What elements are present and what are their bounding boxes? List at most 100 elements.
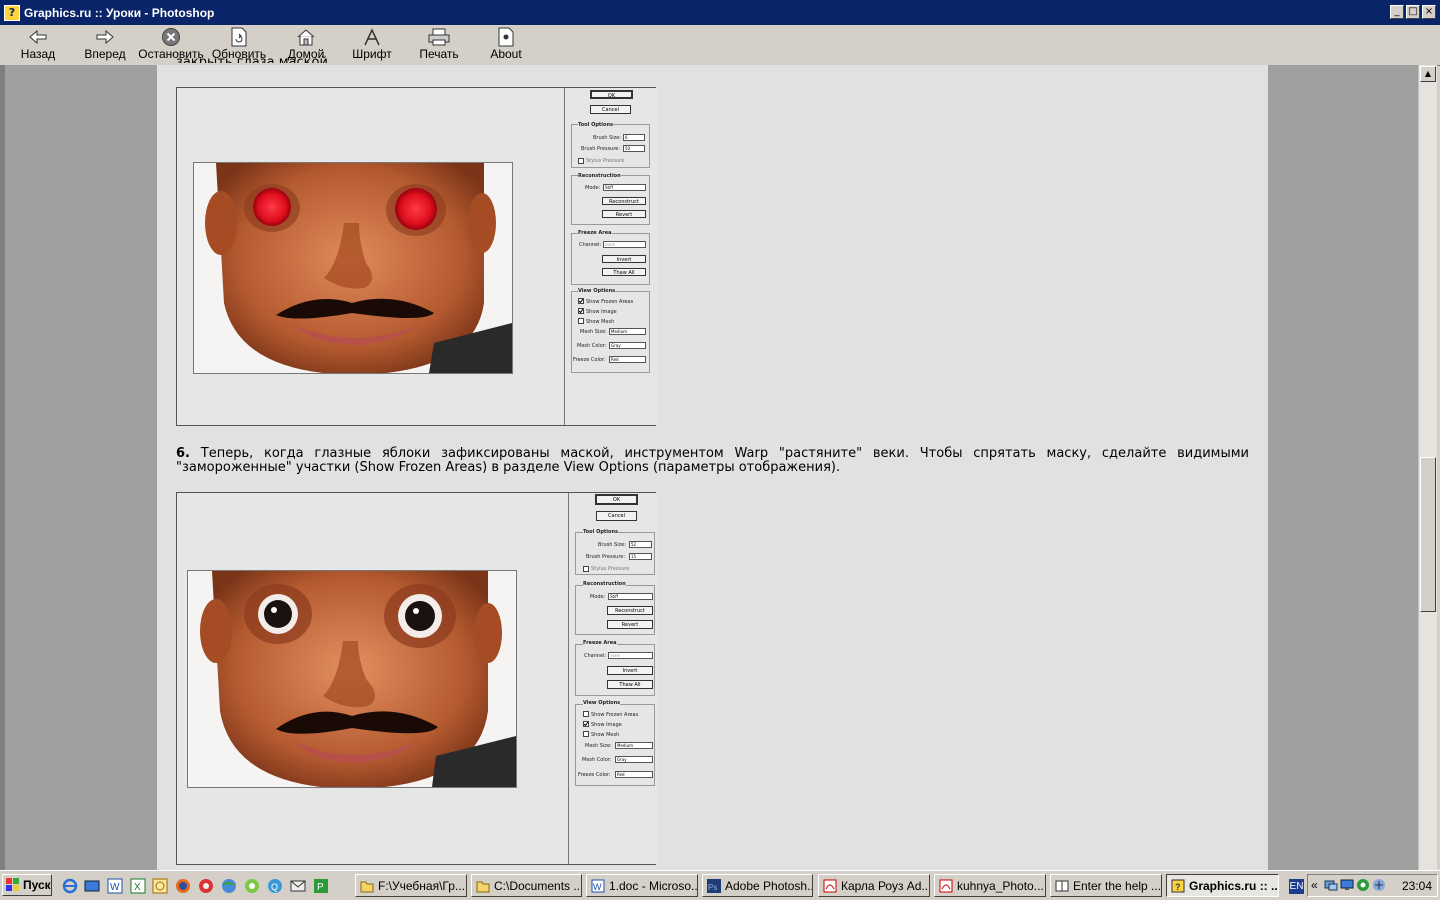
- network-tray-icon[interactable]: [1324, 878, 1338, 892]
- qip-icon[interactable]: Q: [267, 878, 283, 894]
- show-image-checkbox[interactable]: [578, 308, 584, 314]
- brush-pressure-field[interactable]: 15: [629, 553, 652, 560]
- left-margin: [5, 65, 157, 870]
- photoshop-icon: Ps: [707, 878, 721, 893]
- reconstruct-button[interactable]: Reconstruct: [607, 606, 653, 615]
- monitor-tray-icon[interactable]: [1340, 878, 1354, 892]
- channel-select[interactable]: none: [603, 241, 646, 248]
- task-graphics-ru-active[interactable]: ? Graphics.ru :: ...: [1166, 874, 1279, 897]
- right-margin: [1268, 65, 1418, 870]
- pdf-icon: [939, 879, 953, 892]
- outlook-icon[interactable]: [152, 878, 168, 894]
- freeze-color-select[interactable]: Red: [615, 771, 653, 778]
- close-button[interactable]: ×: [1422, 5, 1436, 19]
- print-button[interactable]: Печать: [418, 25, 460, 65]
- tray-expand-icon[interactable]: «: [1311, 878, 1318, 892]
- svg-text:W: W: [110, 882, 120, 893]
- start-button[interactable]: Пуск: [2, 874, 52, 896]
- invert-button[interactable]: Invert: [602, 255, 646, 263]
- font-button[interactable]: Шрифт: [352, 25, 392, 65]
- font-icon: [361, 27, 383, 47]
- scroll-up-button[interactable]: ▲: [1420, 66, 1436, 82]
- brush-size-field[interactable]: 52: [629, 541, 652, 548]
- task-word-document[interactable]: W 1.doc - Microso...: [586, 874, 698, 897]
- freeze-color-select[interactable]: Red: [609, 356, 646, 363]
- folder-icon: [476, 881, 490, 892]
- stop-icon: [160, 27, 182, 47]
- title-bar: ? Graphics.ru :: Уроки - Photoshop _ □ ×: [0, 0, 1440, 25]
- globe-icon[interactable]: [221, 878, 237, 894]
- svg-text:Ps: Ps: [708, 883, 717, 892]
- scroll-thumb[interactable]: [1420, 457, 1436, 612]
- revert-button[interactable]: Revert: [602, 210, 646, 218]
- window-title: Graphics.ru :: Уроки - Photoshop: [24, 5, 215, 20]
- help-question-icon: ?: [1171, 879, 1185, 892]
- vertical-scrollbar[interactable]: ▲: [1418, 65, 1437, 870]
- internet-explorer-icon[interactable]: [62, 878, 78, 894]
- home-icon: [295, 27, 317, 47]
- icq-icon[interactable]: [244, 878, 260, 894]
- liquify-options-panel-2: OK Cancel Tool Options Brush Size: 52 Br…: [568, 493, 657, 864]
- ok-button[interactable]: OK: [590, 90, 633, 99]
- back-arrow-icon: [27, 27, 49, 47]
- system-tray: « 23:04: [1307, 874, 1438, 897]
- mesh-size-select[interactable]: Medium: [615, 742, 653, 749]
- invert-button[interactable]: Invert: [607, 666, 653, 675]
- show-mesh-checkbox[interactable]: [578, 318, 584, 324]
- about-button[interactable]: About: [486, 25, 526, 65]
- task-explorer-folder-1[interactable]: F:\Учебная\Гр...: [355, 874, 467, 897]
- step-number: 6.: [176, 446, 190, 461]
- refresh-icon: [228, 27, 250, 47]
- svg-text:Q: Q: [271, 882, 278, 892]
- minimize-button[interactable]: _: [1390, 5, 1404, 19]
- firefox-icon[interactable]: [175, 878, 191, 894]
- mesh-color-select[interactable]: Gray: [615, 756, 653, 763]
- channel-select[interactable]: none: [608, 652, 653, 659]
- brush-size-field[interactable]: 6: [623, 134, 645, 141]
- stylus-pressure-checkbox[interactable]: [578, 158, 584, 164]
- connection-tray-icon[interactable]: [1372, 878, 1386, 892]
- show-frozen-areas-checkbox[interactable]: [583, 711, 589, 717]
- svg-text:?: ?: [1175, 882, 1181, 892]
- reconstruct-button[interactable]: Reconstruct: [602, 197, 646, 205]
- task-photoshop[interactable]: Ps Adobe Photosh...: [702, 874, 813, 897]
- liquify-options-panel-1: OK Cancel Tool Options Brush Size: 6 Bru…: [564, 88, 657, 425]
- face-photo-big-eyes: [187, 570, 517, 788]
- help-book-icon: [1055, 880, 1069, 891]
- task-help-window[interactable]: Enter the help ...: [1050, 874, 1162, 897]
- step-6-caption: 6. Теперь, когда глазные яблоки зафиксир…: [176, 447, 1249, 475]
- clock: 23:04: [1402, 879, 1433, 893]
- show-frozen-areas-checkbox[interactable]: [578, 298, 584, 304]
- show-mesh-checkbox[interactable]: [583, 731, 589, 737]
- cancel-button[interactable]: Cancel: [590, 105, 631, 114]
- forward-button[interactable]: Вперед: [84, 25, 126, 65]
- opera-icon[interactable]: [198, 878, 214, 894]
- cancel-button[interactable]: Cancel: [596, 511, 637, 521]
- windows-logo-icon: [6, 878, 19, 891]
- brush-pressure-field[interactable]: 50: [623, 145, 645, 152]
- task-explorer-folder-2[interactable]: C:\Documents ...: [471, 874, 582, 897]
- ok-button[interactable]: OK: [595, 494, 638, 505]
- thaw-all-button[interactable]: Thaw All: [602, 268, 646, 276]
- excel-icon[interactable]: X: [130, 878, 146, 894]
- language-indicator[interactable]: EN: [1289, 879, 1304, 894]
- task-pdf-2[interactable]: kuhnya_Photo...: [934, 874, 1046, 897]
- mode-select[interactable]: Stiff: [603, 184, 646, 191]
- mesh-color-select[interactable]: Gray: [609, 342, 646, 349]
- mode-select[interactable]: Stiff: [608, 593, 653, 600]
- thaw-all-button[interactable]: Thaw All: [607, 680, 653, 689]
- word-icon[interactable]: W: [107, 878, 123, 894]
- maximize-button[interactable]: □: [1406, 5, 1420, 19]
- liquify-screenshot-1: OK Cancel Tool Options Brush Size: 6 Bru…: [176, 87, 657, 426]
- face-photo-red-eyes: [193, 162, 513, 374]
- antivirus-tray-icon[interactable]: [1356, 878, 1370, 892]
- show-desktop-icon[interactable]: [84, 878, 100, 894]
- project-icon[interactable]: P: [313, 878, 329, 894]
- show-image-checkbox[interactable]: [583, 721, 589, 727]
- stylus-pressure-checkbox[interactable]: [583, 566, 589, 572]
- mesh-size-select[interactable]: Medium: [609, 328, 646, 335]
- revert-button[interactable]: Revert: [607, 620, 653, 629]
- messenger-icon[interactable]: [290, 878, 306, 894]
- task-pdf-1[interactable]: Карла Роуз Ad...: [818, 874, 930, 897]
- back-button[interactable]: Назад: [18, 25, 58, 65]
